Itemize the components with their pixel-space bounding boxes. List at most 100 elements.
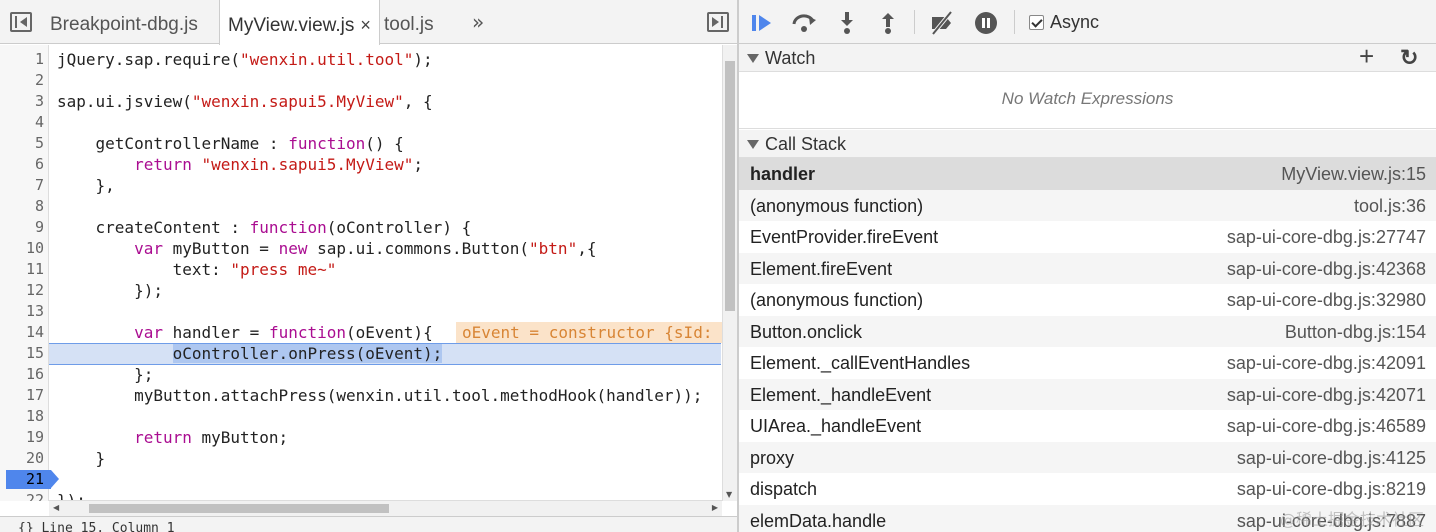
tab-label: Breakpoint-dbg.js xyxy=(50,14,198,35)
inline-variable-value: oEvent = constructor {sId: xyxy=(456,322,722,343)
call-frame[interactable]: Element._handleEvent sap-ui-core-dbg.js:4… xyxy=(739,378,1436,411)
pause-on-exceptions-icon[interactable] xyxy=(973,10,999,36)
debugger-sidebar: Async Watch + ↻ No Watch Expressions Cal… xyxy=(739,0,1436,532)
line-number[interactable]: 11 xyxy=(0,259,44,280)
line-number[interactable]: 9 xyxy=(0,217,44,238)
expand-triangle-icon xyxy=(747,54,759,63)
line-number[interactable]: 13 xyxy=(0,301,44,322)
more-tabs-icon[interactable]: » xyxy=(472,10,484,34)
paused-code-line: oController.onPress(oEvent); xyxy=(57,343,443,364)
scrollbar-thumb[interactable] xyxy=(89,504,389,513)
code-line: var handler = function(oEvent){ xyxy=(57,323,433,342)
call-frame[interactable]: proxy sap-ui-core-dbg.js:4125 xyxy=(739,441,1436,474)
tab-tool[interactable]: tool.js xyxy=(384,0,434,44)
code-line: }; xyxy=(57,365,154,384)
callstack-section-header[interactable]: Call Stack xyxy=(739,130,1436,158)
editor-status-bar: {} Line 15, Column 1 xyxy=(0,516,737,532)
frame-function: UIArea._handleEvent xyxy=(750,416,922,436)
expand-triangle-icon xyxy=(747,140,759,149)
call-frame[interactable]: Element._callEventHandles sap-ui-core-dbg… xyxy=(739,347,1436,379)
line-number[interactable]: 1 xyxy=(0,49,44,70)
call-frame[interactable]: (anonymous function) sap-ui-core-dbg.js:3… xyxy=(739,284,1436,316)
line-number[interactable]: 14 xyxy=(0,322,44,343)
async-checkbox[interactable]: Async xyxy=(1029,12,1099,33)
scroll-left-icon[interactable]: ◀ xyxy=(53,503,59,512)
async-label: Async xyxy=(1050,12,1100,32)
scroll-down-icon[interactable]: ▼ xyxy=(726,490,732,499)
callstack-title: Call Stack xyxy=(765,134,847,154)
frame-function: proxy xyxy=(750,447,795,468)
tab-label: tool.js xyxy=(384,14,434,35)
line-number[interactable]: 17 xyxy=(0,385,44,406)
line-number[interactable]: 19 xyxy=(0,427,44,448)
code-line: sap.ui.jsview("wenxin.sapui5.MyView", { xyxy=(57,92,433,111)
editor-pane: Breakpoint-dbg.js MyView.view.js × tool.j… xyxy=(0,0,737,532)
toggle-debugger-icon[interactable] xyxy=(707,12,729,32)
frame-location-link[interactable]: sap-ui-core-dbg.js:27747 xyxy=(1227,221,1426,253)
frame-location-link[interactable]: sap-ui-core-dbg.js:8219 xyxy=(1237,473,1426,505)
devtools-sources-panel: Breakpoint-dbg.js MyView.view.js × tool.j… xyxy=(0,0,1436,532)
line-number[interactable]: 21 xyxy=(0,469,44,490)
scrollbar-thumb[interactable] xyxy=(725,61,735,311)
line-number[interactable]: 16 xyxy=(0,364,44,385)
frame-location-link[interactable]: MyView.view.js:15 xyxy=(1281,158,1426,190)
line-number[interactable]: 8 xyxy=(0,196,44,217)
line-number[interactable]: 20 xyxy=(0,448,44,469)
frame-location-link[interactable]: Button-dbg.js:154 xyxy=(1285,316,1426,348)
checkbox-icon[interactable] xyxy=(1029,15,1044,30)
call-frame[interactable]: UIArea._handleEvent sap-ui-core-dbg.js:46… xyxy=(739,410,1436,442)
selected-text: oController.onPress(oEvent); xyxy=(172,344,443,363)
tab-label: MyView.view.js xyxy=(228,15,355,36)
scroll-right-icon[interactable]: ▶ xyxy=(712,503,718,512)
watch-title: Watch xyxy=(765,48,816,68)
line-number[interactable]: 4 xyxy=(0,112,44,133)
close-icon[interactable]: × xyxy=(360,15,371,35)
code-editor[interactable]: 1 2 3 4 5 6 7 8 9 10 11 12 13 14 15 16 17 18 19 20 21 22 jQue… xyxy=(0,45,722,501)
call-frame[interactable]: Button.onclick Button-dbg.js:154 xyxy=(739,315,1436,348)
line-number[interactable]: 2 xyxy=(0,70,44,91)
tab-breakpoint-dbg[interactable]: Breakpoint-dbg.js xyxy=(50,0,198,44)
call-frame[interactable]: Element.fireEvent sap-ui-core-dbg.js:4236… xyxy=(739,252,1436,285)
line-number[interactable]: 5 xyxy=(0,133,44,154)
code-line: }, xyxy=(57,176,115,195)
toggle-navigator-icon[interactable] xyxy=(10,12,32,32)
step-out-icon[interactable] xyxy=(875,10,901,36)
frame-function: Button.onclick xyxy=(750,321,863,342)
line-number[interactable]: 18 xyxy=(0,406,44,427)
step-over-icon[interactable] xyxy=(791,10,817,36)
deactivate-breakpoints-icon[interactable] xyxy=(929,10,955,36)
line-number[interactable]: 22 xyxy=(0,490,44,501)
add-icon[interactable]: + xyxy=(1359,42,1374,70)
watch-empty-message: No Watch Expressions xyxy=(739,73,1436,129)
line-number[interactable]: 7 xyxy=(0,175,44,196)
toolbar-separator xyxy=(914,10,915,34)
resume-icon[interactable] xyxy=(749,10,775,36)
line-number[interactable]: 3 xyxy=(0,91,44,112)
step-into-icon[interactable] xyxy=(834,10,860,36)
code-line: }); xyxy=(57,281,163,300)
watch-section-header[interactable]: Watch + ↻ xyxy=(739,42,1436,72)
refresh-icon[interactable]: ↻ xyxy=(1400,44,1418,72)
line-number[interactable]: 15 xyxy=(0,343,44,364)
call-frame[interactable]: EventProvider.fireEvent sap-ui-core-dbg.j… xyxy=(739,221,1436,253)
frame-location-link[interactable]: sap-ui-core-dbg.js:42071 xyxy=(1227,379,1426,411)
code-line: } xyxy=(57,449,106,468)
toolbar-separator xyxy=(1014,10,1015,34)
tab-myview[interactable]: MyView.view.js × xyxy=(219,0,380,45)
frame-location-link[interactable]: sap-ui-core-dbg.js:32980 xyxy=(1227,284,1426,316)
line-number[interactable]: 12 xyxy=(0,280,44,301)
frame-location-link[interactable]: sap-ui-core-dbg.js:46589 xyxy=(1227,410,1426,442)
call-frame[interactable]: dispatch sap-ui-core-dbg.js:8219 xyxy=(739,473,1436,505)
code-line: return "wenxin.sapui5.MyView"; xyxy=(57,155,424,174)
call-frame[interactable]: (anonymous function) tool.js:36 xyxy=(739,189,1436,222)
frame-location-link[interactable]: sap-ui-core-dbg.js:4125 xyxy=(1237,442,1426,474)
frame-function: EventProvider.fireEvent xyxy=(750,227,939,247)
line-number[interactable]: 10 xyxy=(0,238,44,259)
horizontal-scrollbar[interactable]: ◀ ▶ xyxy=(49,500,722,516)
line-number[interactable]: 6 xyxy=(0,154,44,175)
vertical-scrollbar[interactable]: ▼ xyxy=(722,45,737,501)
frame-location-link[interactable]: sap-ui-core-dbg.js:42368 xyxy=(1227,253,1426,285)
frame-location-link[interactable]: sap-ui-core-dbg.js:42091 xyxy=(1227,347,1426,379)
frame-location-link[interactable]: tool.js:36 xyxy=(1354,190,1426,222)
call-frame[interactable]: handler MyView.view.js:15 xyxy=(739,158,1436,190)
